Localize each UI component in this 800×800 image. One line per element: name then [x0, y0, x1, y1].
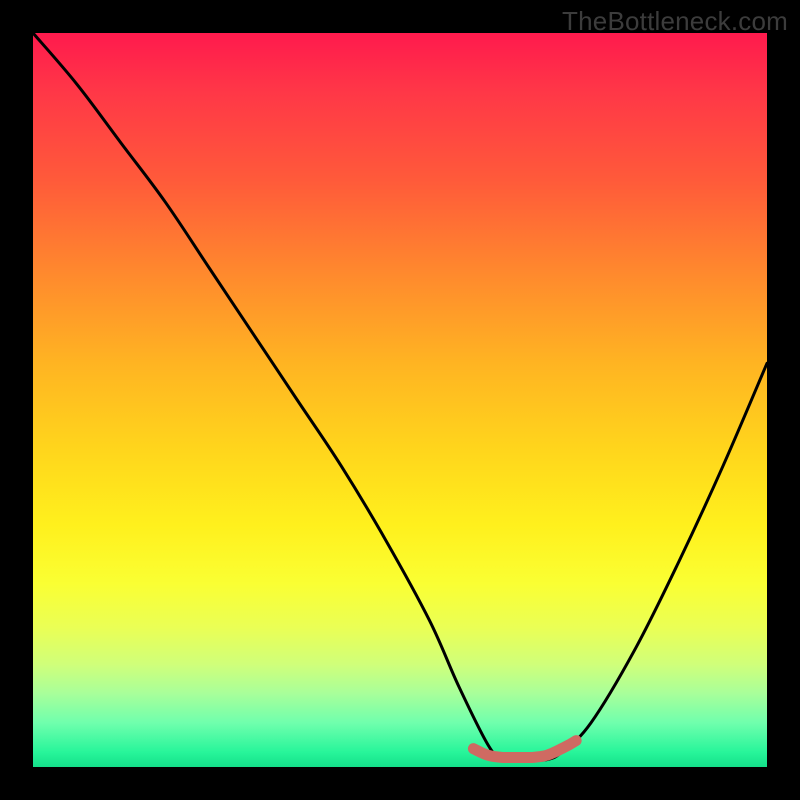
marker-band	[473, 741, 576, 758]
bottleneck-curve	[33, 33, 767, 761]
curve-svg	[33, 33, 767, 767]
chart-frame: TheBottleneck.com	[0, 0, 800, 800]
plot-area	[33, 33, 767, 767]
